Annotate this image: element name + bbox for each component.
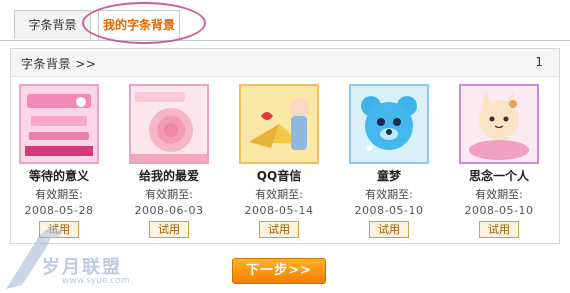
valid-until-label: 有效期至:: [475, 188, 523, 201]
tab-background[interactable]: 字条背景: [14, 10, 91, 39]
tab-bar: 字条背景 我的字条背景: [0, 0, 570, 44]
next-step-button[interactable]: 下一步>>: [232, 258, 326, 284]
item-name: 等待的意义: [28, 169, 89, 183]
thumbnail-image[interactable]: [349, 84, 429, 164]
thumbnail-image[interactable]: [129, 84, 209, 164]
item-name: 童梦: [376, 169, 401, 183]
list-item: QQ音信 有效期至: 2008-05-14 试用: [235, 84, 323, 238]
try-button[interactable]: 试用: [369, 221, 409, 238]
expiry-date: 2008-05-14: [244, 204, 314, 217]
tab-my-background[interactable]: 我的字条背景: [98, 10, 180, 40]
item-name: 思念一个人: [468, 169, 529, 183]
valid-until-label: 有效期至:: [35, 188, 83, 201]
page-number: 1: [535, 55, 543, 69]
expiry-date: 2008-05-10: [354, 204, 424, 217]
expiry-date: 2008-05-10: [464, 204, 534, 217]
valid-until-label: 有效期至:: [365, 188, 413, 201]
try-button[interactable]: 试用: [479, 221, 519, 238]
valid-until-label: 有效期至:: [145, 188, 193, 201]
thumbnail-image[interactable]: [239, 84, 319, 164]
watermark-url: www.syue.com: [62, 276, 130, 286]
item-name: QQ音信: [256, 169, 302, 183]
try-button[interactable]: 试用: [259, 221, 299, 238]
try-button[interactable]: 试用: [149, 221, 189, 238]
valid-until-label: 有效期至:: [255, 188, 303, 201]
panel-header: 字条背景 >> 1: [11, 49, 559, 77]
list-item: 童梦 有效期至: 2008-05-10 试用: [345, 84, 433, 238]
thumbnail-image[interactable]: [459, 84, 539, 164]
list-item: 思念一个人 有效期至: 2008-05-10 试用: [455, 84, 543, 238]
watermark-logo: 岁月联盟 www.syue.com: [0, 205, 140, 293]
thumbnail-image[interactable]: [19, 84, 99, 164]
item-name: 给我的最爱: [138, 169, 199, 183]
panel-title: 字条背景 >>: [21, 57, 97, 71]
